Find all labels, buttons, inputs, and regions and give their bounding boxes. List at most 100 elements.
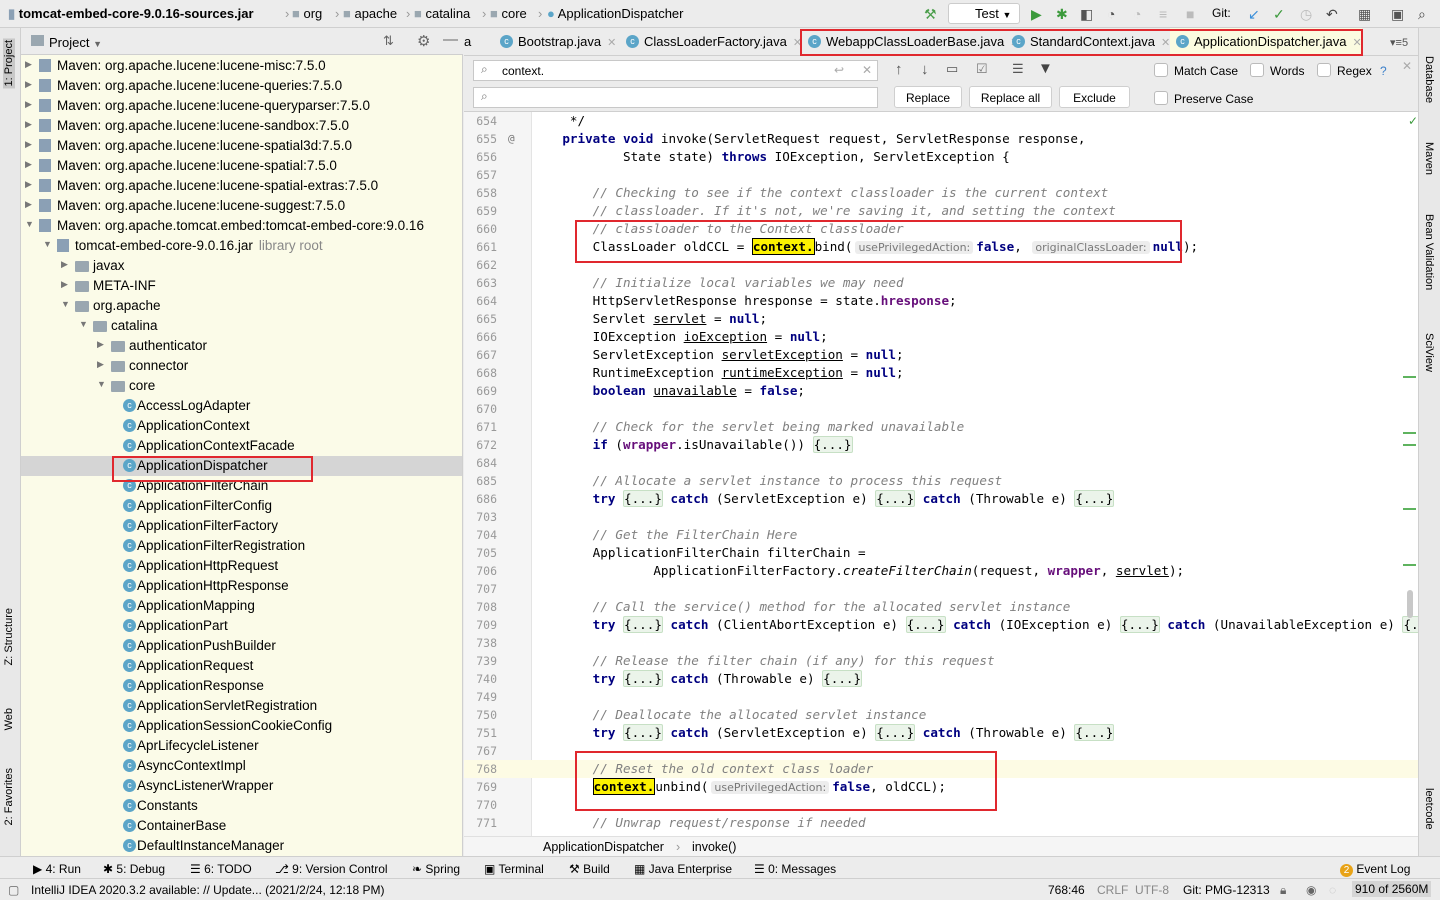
code-line[interactable]: 654 */	[464, 112, 1418, 130]
tree-item[interactable]: ▶ Maven: org.apache.lucene:lucene-querypa…	[21, 96, 462, 116]
structure-tool-button[interactable]: Z: Structure	[3, 608, 15, 665]
code-line[interactable]: 661 ClassLoader oldCCL = context.bind(us…	[464, 238, 1418, 256]
scroll-marker[interactable]	[1403, 432, 1416, 434]
collapse-arrow-icon[interactable]: ▶	[25, 59, 32, 70]
tree-item[interactable]: ▶ javax	[21, 256, 462, 276]
code-line[interactable]: 706 ApplicationFilterFactory.createFilte…	[464, 562, 1418, 580]
code-line[interactable]: 656 State state) throws IOException, Ser…	[464, 148, 1418, 166]
build-hammer-icon[interactable]: ⚒	[924, 6, 937, 23]
folded-code[interactable]: {...}	[1074, 490, 1115, 507]
gear-icon[interactable]: ⚙	[417, 32, 430, 50]
git-commit-icon[interactable]: ✓	[1273, 6, 1285, 23]
close-tab-icon[interactable]: ✕	[793, 37, 802, 49]
collapse-arrow-icon[interactable]: ▶	[25, 179, 32, 190]
tree-item[interactable]: c ApplicationFilterFactory	[21, 516, 462, 536]
tree-item[interactable]: c ApplicationHttpResponse	[21, 576, 462, 596]
code-line[interactable]: 668 RuntimeException runtimeException = …	[464, 364, 1418, 382]
in-selection-icon[interactable]: ☑	[976, 61, 988, 77]
code-line[interactable]: 768 // Reset the old context class loade…	[464, 760, 1418, 778]
code-line[interactable]: 671 // Check for the servlet being marke…	[464, 418, 1418, 436]
favorites-tool-button[interactable]: 2: Favorites	[3, 768, 15, 825]
project-view-select[interactable]: Project ▼	[49, 35, 102, 50]
breadcrumb-apache[interactable]: ■ apache	[343, 6, 397, 21]
tree-item[interactable]: c AsyncContextImpl	[21, 756, 462, 776]
code-line[interactable]: 749	[464, 688, 1418, 706]
code-line[interactable]: 705 ApplicationFilterChain filterChain =	[464, 544, 1418, 562]
step-icon[interactable]: ≡	[1159, 6, 1167, 22]
tree-item[interactable]: ▼ org.apache	[21, 296, 462, 316]
tree-item[interactable]: ▶ Maven: org.apache.lucene:lucene-queries…	[21, 76, 462, 96]
folded-code[interactable]: {...}	[1402, 616, 1418, 633]
messages-tool-button[interactable]: ☰ 0: Messages	[754, 862, 836, 876]
code-line[interactable]: 738	[464, 634, 1418, 652]
line-separator[interactable]: CRLF	[1097, 883, 1128, 897]
folded-code[interactable]: {...}	[1074, 724, 1115, 741]
code-line[interactable]: 770	[464, 796, 1418, 814]
clear-icon[interactable]: ✕	[862, 63, 872, 77]
code-line[interactable]: 655 private void invoke(ServletRequest r…	[464, 130, 1418, 148]
run-tool-button[interactable]: ▶ 4: Run	[33, 862, 81, 876]
words-checkbox[interactable]	[1250, 63, 1264, 77]
tree-item[interactable]: c ApplicationServletRegistration	[21, 696, 462, 716]
regex-checkbox[interactable]	[1317, 63, 1331, 77]
tab-applicationdispatcher-java[interactable]: c ApplicationDispatcher.java ✕	[1170, 28, 1362, 55]
breadcrumb-catalina[interactable]: ■ catalina	[414, 6, 470, 21]
tree-item[interactable]: c DefaultInstanceManager	[21, 836, 462, 856]
code-line[interactable]: 657	[464, 166, 1418, 184]
code-line[interactable]: 751 try {...} catch (ServletException e)…	[464, 724, 1418, 742]
code-line[interactable]: 667 ServletException servletException = …	[464, 346, 1418, 364]
file-encoding[interactable]: UTF-8	[1135, 883, 1169, 897]
code-line[interactable]: 662	[464, 256, 1418, 274]
todo-tool-button[interactable]: ☰ 6: TODO	[190, 862, 252, 876]
code-line[interactable]: 670	[464, 400, 1418, 418]
git-history-icon[interactable]: ◷	[1300, 6, 1312, 23]
tree-item[interactable]: c ApplicationFilterConfig	[21, 496, 462, 516]
tree-item[interactable]: c ApplicationDispatcher	[21, 456, 462, 476]
tree-item[interactable]: ▼ Maven: org.apache.tomcat.embed:tomcat-e…	[21, 216, 462, 236]
code-line[interactable]: 660 // classloader to the Context classl…	[464, 220, 1418, 238]
code-line[interactable]: 769 context.unbind(usePrivilegedAction: f…	[464, 778, 1418, 796]
replace-all-button[interactable]: Replace all	[969, 86, 1052, 108]
code-line[interactable]: 686 try {...} catch (ServletException e)…	[464, 490, 1418, 508]
tree-item[interactable]: c ApplicationPushBuilder	[21, 636, 462, 656]
tree-item[interactable]: c AsyncListenerWrapper	[21, 776, 462, 796]
toggle-tool-windows-icon[interactable]: ▢	[8, 883, 19, 897]
editor-scrollbar-thumb[interactable]	[1407, 590, 1413, 618]
collapse-arrow-icon[interactable]: ▶	[25, 79, 32, 90]
tree-item[interactable]: c ApplicationResponse	[21, 676, 462, 696]
tabs-overflow-button[interactable]: ▾≡5	[1390, 36, 1408, 49]
collapse-arrow-icon[interactable]: ▶	[25, 199, 32, 210]
code-line[interactable]: 703	[464, 508, 1418, 526]
tree-item[interactable]: c ApplicationContextFacade	[21, 436, 462, 456]
code-line[interactable]: 672 if (wrapper.isUnavailable()) {...}	[464, 436, 1418, 454]
project-structure-icon[interactable]: ▦	[1358, 6, 1371, 23]
replace-button[interactable]: Replace	[894, 86, 962, 108]
run-icon[interactable]: ▶	[1031, 6, 1042, 23]
collapse-arrow-icon[interactable]: ▶	[25, 119, 32, 130]
tab-classloaderfactory-java[interactable]: c ClassLoaderFactory.java ✕	[620, 28, 802, 55]
tree-item[interactable]: c ApplicationPart	[21, 616, 462, 636]
collapse-arrow-icon[interactable]: ▶	[61, 259, 68, 270]
attach-icon[interactable]: ◔	[1133, 6, 1141, 22]
filter-icon[interactable]: ▼	[1038, 60, 1053, 77]
code-line[interactable]: 659 // classloader. If it's not, we're s…	[464, 202, 1418, 220]
regex-help-link[interactable]: ?	[1380, 64, 1387, 78]
exclude-button[interactable]: Exclude	[1059, 86, 1130, 108]
code-line[interactable]: 707	[464, 580, 1418, 598]
debug-tool-button[interactable]: ✱ 5: Debug	[103, 862, 165, 876]
tree-item[interactable]: ▶ META-INF	[21, 276, 462, 296]
scroll-marker[interactable]	[1403, 376, 1416, 378]
code-line[interactable]: 684	[464, 454, 1418, 472]
close-tab-icon[interactable]: ✕	[1352, 37, 1361, 49]
git-branch[interactable]: Git: PMG-12313	[1183, 883, 1270, 897]
folded-code[interactable]: {...}	[875, 724, 916, 741]
select-all-occurrences-icon[interactable]: ▭	[946, 61, 958, 77]
lock-icon[interactable]: 🔒︎	[1280, 883, 1286, 898]
inspector-icon[interactable]: ◉	[1306, 883, 1316, 897]
code-line[interactable]: 664 HttpServletResponse hresponse = stat…	[464, 292, 1418, 310]
run-configuration-select[interactable]: Test ▼	[948, 3, 1020, 24]
code-line[interactable]: 665 Servlet servlet = null;	[464, 310, 1418, 328]
code-line[interactable]: 767	[464, 742, 1418, 760]
new-line-icon[interactable]: ↩	[834, 63, 844, 77]
code-line[interactable]: 685 // Allocate a servlet instance to pr…	[464, 472, 1418, 490]
